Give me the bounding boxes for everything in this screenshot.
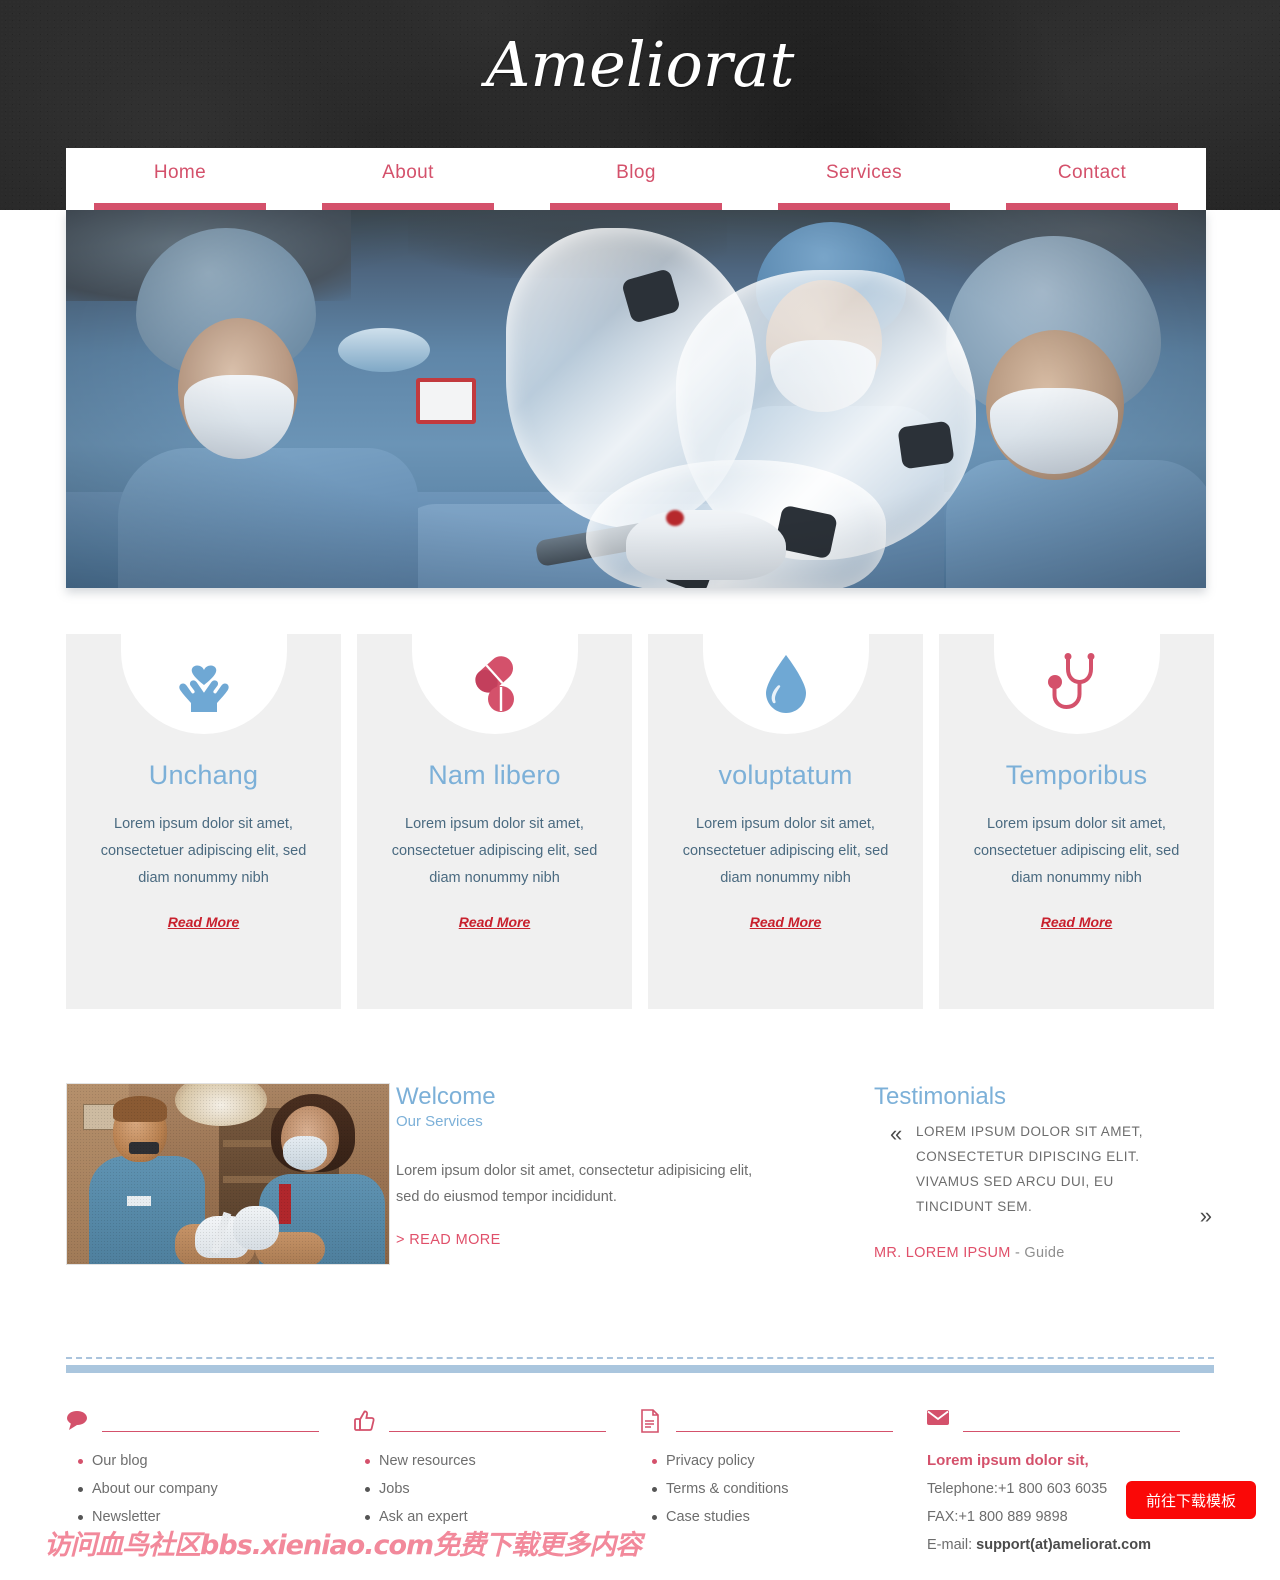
- welcome-read-more-link[interactable]: > READ MORE: [396, 1232, 501, 1248]
- download-template-button[interactable]: 前往下载模板: [1126, 1481, 1256, 1519]
- testimonial-author-name: MR. LOREM IPSUM: [874, 1245, 1011, 1261]
- service-card-title: Nam libero: [428, 760, 561, 790]
- welcome-subtitle: Our Services: [396, 1113, 483, 1130]
- hero-banner[interactable]: [66, 210, 1206, 588]
- welcome-photo: [66, 1083, 390, 1265]
- quote-open-icon: «: [890, 1121, 903, 1146]
- nav-item-about[interactable]: About: [294, 148, 522, 210]
- nav-label: Contact: [1057, 162, 1127, 183]
- service-card[interactable]: voluptatum Lorem ipsum dolor sit amet, c…: [648, 634, 923, 1009]
- footer-column-header: [66, 1409, 319, 1433]
- service-card-text: Lorem ipsum dolor sit amet, consectetuer…: [391, 816, 598, 886]
- nav-item-home[interactable]: Home: [66, 148, 294, 210]
- footer-column-rule: [963, 1431, 1180, 1432]
- thumbs-up-icon: [353, 1409, 375, 1433]
- pills-icon: [411, 634, 578, 734]
- hero-section: [0, 210, 1280, 592]
- footer-column-legal: Privacy policy Terms & conditions Case s…: [640, 1409, 927, 1559]
- divider-dashed-line: [66, 1357, 1214, 1359]
- site-header: Ameliorat Home About Blog Services Conta…: [0, 0, 1280, 210]
- testimonials-title: Testimonials: [874, 1083, 1007, 1110]
- read-more-link[interactable]: Read More: [750, 914, 822, 930]
- footer-link-list: New resources Jobs Ask an expert: [353, 1447, 606, 1531]
- footer-link[interactable]: Jobs: [365, 1475, 606, 1503]
- welcome-photo-column: [66, 1083, 396, 1265]
- quote-close-icon[interactable]: »: [1200, 1203, 1212, 1229]
- nav-label: Blog: [616, 162, 656, 183]
- testimonials-column: Testimonials « » LOREM IPSUM DOLOR SIT A…: [874, 1083, 1214, 1265]
- service-card[interactable]: Nam libero Lorem ipsum dolor sit amet, c…: [357, 634, 632, 1009]
- main-navigation: Home About Blog Services Contact: [66, 148, 1206, 210]
- section-divider: [0, 1357, 1280, 1373]
- nav-underline: [322, 203, 494, 210]
- contact-fax-label: FAX:: [927, 1509, 959, 1525]
- footer-column-rule: [676, 1431, 893, 1432]
- footer-column-header: [927, 1409, 1180, 1433]
- footer-link[interactable]: About our company: [78, 1475, 319, 1503]
- testimonial-item: « » LOREM IPSUM DOLOR SIT AMET, CONSECTE…: [874, 1119, 1214, 1261]
- nav-item-blog[interactable]: Blog: [522, 148, 750, 210]
- envelope-icon: [927, 1409, 949, 1433]
- contact-email: E-mail: support(at)ameliorat.com: [927, 1531, 1180, 1559]
- footer-link[interactable]: Our blog: [78, 1447, 319, 1475]
- testimonial-author: MR. LOREM IPSUM - Guide: [874, 1245, 1214, 1261]
- nav-item-contact[interactable]: Contact: [978, 148, 1206, 210]
- nav-label: Services: [825, 162, 903, 183]
- service-card-title: Unchang: [148, 760, 259, 790]
- service-card-text: Lorem ipsum dolor sit amet, consectetuer…: [682, 816, 889, 886]
- read-more-link[interactable]: Read More: [168, 914, 240, 930]
- nav-underline: [1006, 203, 1178, 210]
- water-drop-icon: [702, 634, 869, 734]
- service-card[interactable]: Temporibus Lorem ipsum dolor sit amet, c…: [939, 634, 1214, 1009]
- service-card[interactable]: Unchang Lorem ipsum dolor sit amet, cons…: [66, 634, 341, 1009]
- footer-link-list: Our blog About our company Newsletter: [66, 1447, 319, 1531]
- service-card-text: Lorem ipsum dolor sit amet, consectetuer…: [973, 816, 1180, 886]
- testimonial-author-role: - Guide: [1014, 1245, 1065, 1261]
- footer-column-rule: [389, 1431, 606, 1432]
- service-card-title: Temporibus: [1005, 760, 1148, 790]
- document-icon: [640, 1409, 662, 1433]
- nav-underline: [778, 203, 950, 210]
- footer-link[interactable]: New resources: [365, 1447, 606, 1475]
- contact-fax-value: +1 800 889 9898: [958, 1509, 1068, 1525]
- welcome-title: Welcome: [396, 1083, 496, 1110]
- nav-underline: [94, 203, 266, 210]
- contact-email-label: E-mail:: [927, 1537, 977, 1553]
- contact-telephone-label: Telephone:: [927, 1481, 998, 1497]
- service-card-title: voluptatum: [718, 760, 853, 790]
- site-logo[interactable]: Ameliorat: [0, 28, 1280, 101]
- welcome-text-column: Welcome Our Services Lorem ipsum dolor s…: [396, 1083, 874, 1265]
- hero-image: [66, 210, 1206, 588]
- site-watermark: 访问血鸟社区bbs.xieniao.com免费下载更多内容: [44, 1530, 642, 1561]
- service-card-text: Lorem ipsum dolor sit amet, consectetuer…: [100, 816, 307, 886]
- welcome-section: Welcome Our Services Lorem ipsum dolor s…: [0, 1009, 1280, 1265]
- speech-bubble-icon: [66, 1409, 88, 1433]
- footer-column-header: [353, 1409, 606, 1433]
- nav-underline: [550, 203, 722, 210]
- footer-link[interactable]: Terms & conditions: [652, 1475, 893, 1503]
- nav-label: Home: [153, 162, 207, 183]
- nav-item-services[interactable]: Services: [750, 148, 978, 210]
- read-more-link[interactable]: Read More: [459, 914, 531, 930]
- contact-email-value[interactable]: support(at)ameliorat.com: [976, 1537, 1151, 1553]
- read-more-link[interactable]: Read More: [1041, 914, 1113, 930]
- footer-link[interactable]: Privacy policy: [652, 1447, 893, 1475]
- service-cards: Unchang Lorem ipsum dolor sit amet, cons…: [0, 592, 1280, 1009]
- contact-title: Lorem ipsum dolor sit,: [927, 1452, 1089, 1469]
- stethoscope-icon: [993, 634, 1160, 734]
- footer-column-rule: [102, 1431, 319, 1432]
- hands-heart-icon: [120, 634, 287, 734]
- footer-link[interactable]: Case studies: [652, 1503, 893, 1531]
- divider-solid-bar: [66, 1365, 1214, 1373]
- nav-label: About: [382, 162, 434, 183]
- footer-column-header: [640, 1409, 893, 1433]
- welcome-body: Lorem ipsum dolor sit amet, consectetur …: [396, 1163, 753, 1205]
- footer-link-list: Privacy policy Terms & conditions Case s…: [640, 1447, 893, 1531]
- testimonial-quote: LOREM IPSUM DOLOR SIT AMET, CONSECTETUR …: [916, 1124, 1144, 1214]
- contact-telephone-value: +1 800 603 6035: [997, 1481, 1108, 1497]
